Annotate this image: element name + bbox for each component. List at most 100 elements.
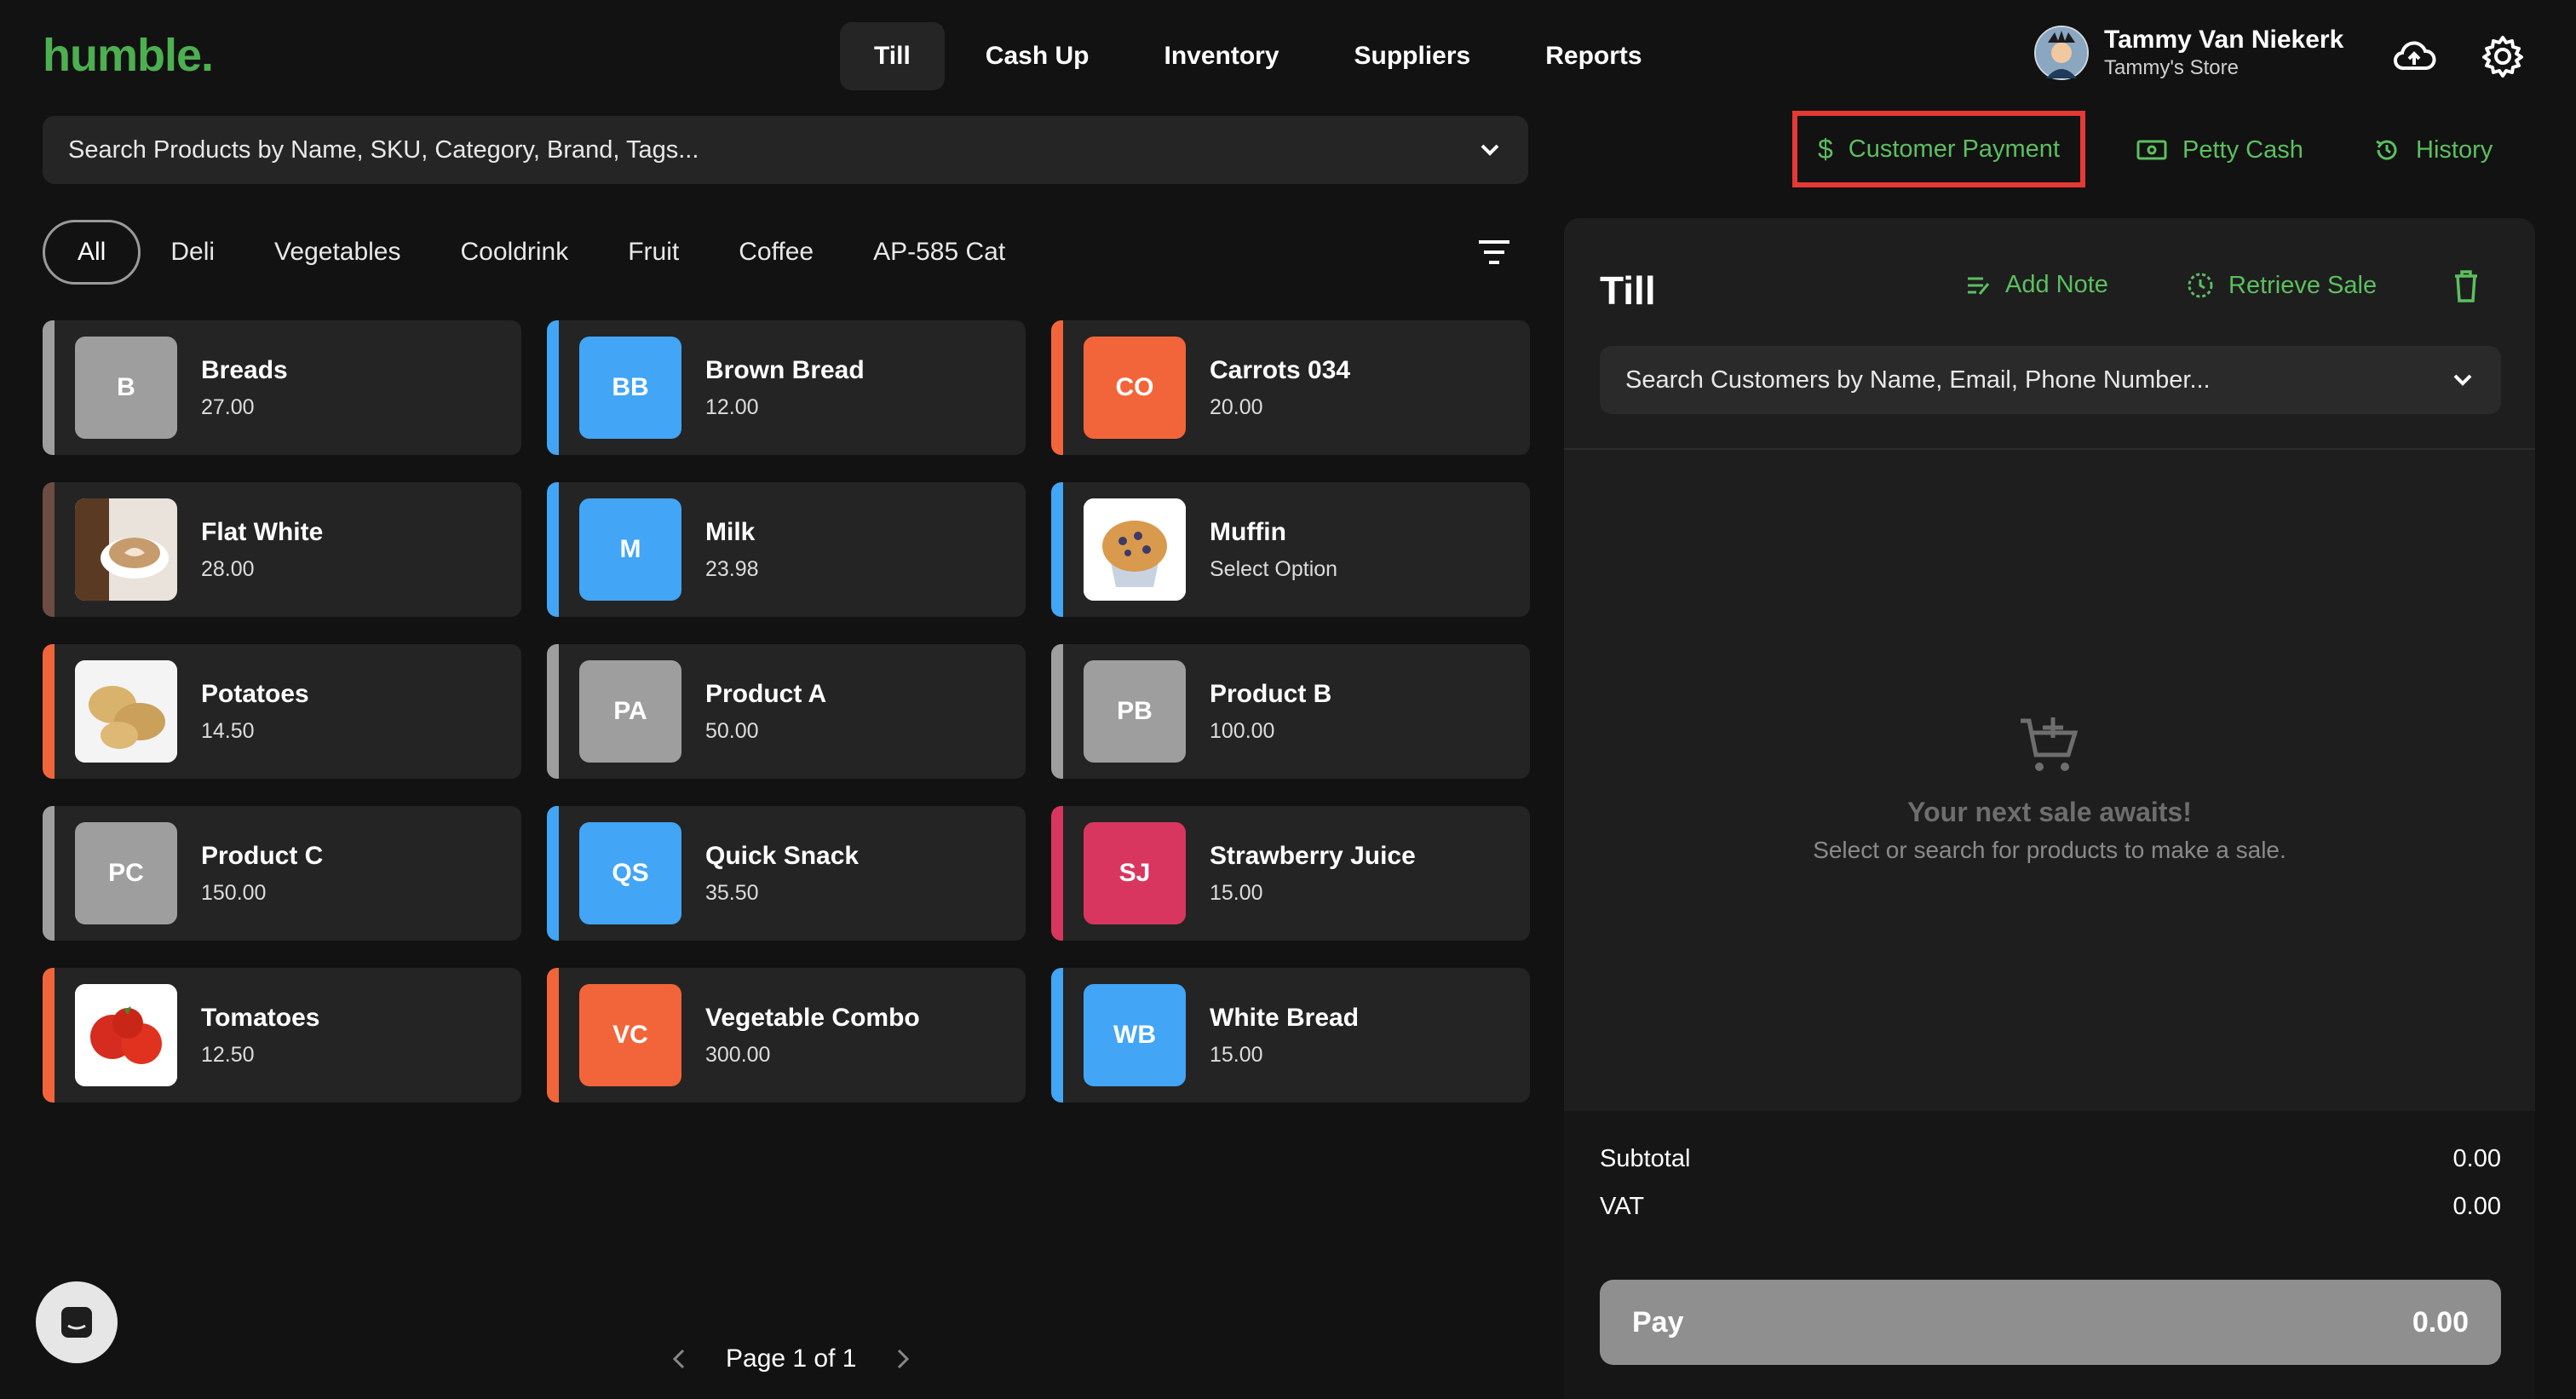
category-ap-585-cat[interactable]: AP-585 Cat [843,220,1035,285]
product-search-placeholder: Search Products by Name, SKU, Category, … [68,135,699,164]
product-card[interactable]: Potatoes 14.50 [43,644,521,779]
product-initials-badge: CO [1084,337,1186,439]
product-info: Milk 23.98 [705,518,759,582]
product-initials-badge: B [75,337,177,439]
empty-state-subtitle: Select or search for products to make a … [1813,837,2286,863]
gear-icon[interactable] [2481,34,2525,78]
category-fruit[interactable]: Fruit [598,220,709,285]
product-card[interactable]: PA Product A 50.00 [547,644,1026,779]
product-name: Vegetable Combo [705,1003,920,1032]
product-card[interactable]: BB Brown Bread 12.00 [547,320,1026,455]
product-info: Breads 27.00 [201,356,288,420]
cloud-upload-icon[interactable] [2392,34,2436,78]
product-search-input[interactable]: Search Products by Name, SKU, Category, … [43,116,1528,184]
product-card[interactable]: PC Product C 150.00 [43,806,521,941]
user-profile[interactable]: Tammy Van Niekerk Tammy's Store [2034,26,2343,80]
product-info: Vegetable Combo 300.00 [705,1004,920,1068]
product-card[interactable]: CO Carrots 034 20.00 [1051,320,1530,455]
category-cooldrink[interactable]: Cooldrink [431,220,599,285]
vat-row: VAT 0.00 [1600,1193,2501,1221]
product-card[interactable]: M Milk 23.98 [547,482,1026,617]
coffee-image [75,498,177,601]
history-button[interactable]: History [2373,116,2493,184]
product-info: Brown Bread 12.00 [705,356,865,420]
customer-search-placeholder: Search Customers by Name, Email, Phone N… [1625,366,2211,394]
chevron-down-icon[interactable] [1477,137,1503,163]
product-info: Strawberry Juice 15.00 [1210,842,1416,906]
product-category-stripe [1051,320,1063,455]
nav-cash-up[interactable]: Cash Up [952,22,1124,90]
product-price: 35.50 [705,880,759,905]
pay-label: Pay [1632,1305,1684,1339]
user-name: Tammy Van Niekerk [2104,26,2344,54]
product-card[interactable]: WB White Bread 15.00 [1051,968,1530,1103]
product-initials-badge: M [579,498,681,601]
product-category-stripe [1051,968,1063,1103]
product-category-stripe [547,320,559,455]
product-info: Quick Snack 35.50 [705,842,859,906]
product-category-stripe [43,968,55,1103]
chevron-down-icon[interactable] [2450,367,2475,393]
product-card[interactable]: Flat White 28.00 [43,482,521,617]
customer-search-input[interactable]: Search Customers by Name, Email, Phone N… [1600,346,2501,414]
trash-icon[interactable] [2452,269,2481,303]
tomatoes-image [75,984,177,1086]
empty-cart-state: Your next sale awaits! Select or search … [1564,712,2535,864]
product-info: Potatoes 14.50 [201,680,309,744]
app-logo: humble. [43,30,214,81]
divider [1564,448,2535,450]
product-price: Select Option [1210,556,1338,581]
product-name: White Bread [1210,1003,1360,1032]
add-note-label: Add Note [2005,271,2108,298]
product-info: Product B 100.00 [1210,680,1331,744]
product-category-stripe [43,482,55,617]
nav-reports[interactable]: Reports [1511,22,1676,90]
product-card[interactable]: PB Product B 100.00 [1051,644,1530,779]
product-initials-badge: PB [1084,660,1186,763]
retrieve-sale-button[interactable]: Retrieve Sale [2186,271,2377,300]
product-card[interactable]: SJ Strawberry Juice 15.00 [1051,806,1530,941]
product-card[interactable]: QS Quick Snack 35.50 [547,806,1026,941]
nav-till[interactable]: Till [840,22,945,90]
product-price: 100.00 [1210,718,1275,743]
add-note-button[interactable]: Add Note [1964,271,2108,299]
product-grid: B Breads 27.00 BB Brown Bread 12.00 CO Carrots … [43,320,1530,1103]
customer-payment-label: Customer Payment [1848,135,2060,163]
history-label: History [2416,135,2493,164]
product-category-stripe [43,320,55,455]
product-name: Breads [201,355,288,384]
chevron-left-icon[interactable] [666,1346,692,1372]
chevron-right-icon[interactable] [890,1346,916,1372]
category-deli[interactable]: Deli [141,220,244,285]
muffin-image [1084,498,1186,601]
product-name: Strawberry Juice [1210,841,1416,870]
product-card[interactable]: Tomatoes 12.50 [43,968,521,1103]
subtotal-value: 0.00 [2452,1145,2501,1172]
category-all[interactable]: All [43,220,141,285]
product-category-stripe [1051,482,1063,617]
product-card[interactable]: Muffin Select Option [1051,482,1530,617]
support-chat-button[interactable] [36,1281,118,1363]
nav-inventory[interactable]: Inventory [1130,22,1313,90]
category-coffee[interactable]: Coffee [709,220,843,285]
customer-payment-button[interactable]: $ Customer Payment [1792,111,2085,187]
product-card[interactable]: B Breads 27.00 [43,320,521,455]
category-filter-bar: All Deli Vegetables Cooldrink Fruit Coff… [43,220,1035,285]
product-initials-badge: SJ [1084,822,1186,924]
vat-label: VAT [1600,1193,1645,1220]
product-info: White Bread 15.00 [1210,1004,1359,1068]
product-info: Product C 150.00 [201,842,323,906]
product-category-stripe [547,482,559,617]
subtotal-label: Subtotal [1600,1145,1691,1172]
product-price: 15.00 [1210,1042,1263,1067]
nav-suppliers[interactable]: Suppliers [1320,22,1505,90]
product-price: 150.00 [201,880,267,905]
page-indicator: Page 1 of 1 [726,1344,857,1373]
category-vegetables[interactable]: Vegetables [244,220,430,285]
sort-icon[interactable] [1475,235,1513,269]
pagination: Page 1 of 1 [666,1344,916,1373]
pay-button[interactable]: Pay 0.00 [1600,1280,2501,1365]
product-card[interactable]: VC Vegetable Combo 300.00 [547,968,1026,1103]
petty-cash-button[interactable]: Petty Cash [2136,116,2303,184]
product-price: 12.00 [705,394,759,419]
